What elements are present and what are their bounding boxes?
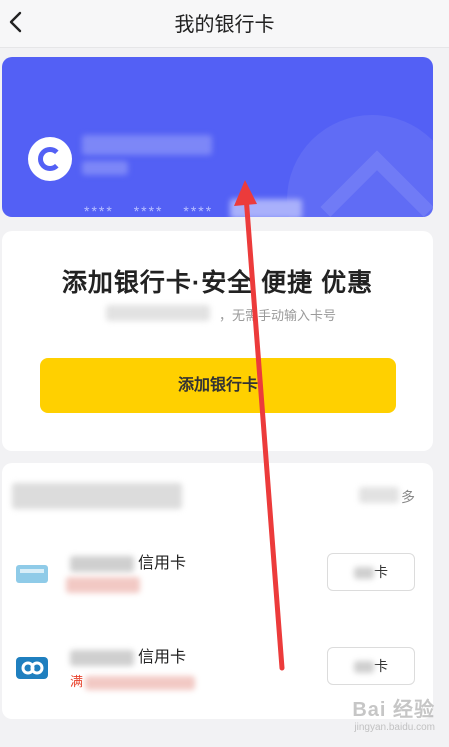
view-more-link[interactable]: 多	[401, 487, 415, 507]
apply-card-button-redacted	[354, 661, 374, 674]
card-name-suffix: 信用卡	[138, 649, 187, 666]
add-card-panel: 添加银行卡·安全 便捷 优惠 ，无需手动输入卡号 添加银行卡	[2, 231, 433, 451]
watermark-url: jingyan.baidu.com	[354, 722, 435, 733]
nav-bar: 我的银行卡	[0, 0, 449, 48]
list-header: 多	[2, 463, 433, 529]
list-more-redacted	[359, 487, 399, 503]
card-number-group: ****	[133, 203, 164, 217]
apply-card-button-label: 卡	[374, 564, 388, 580]
add-bank-card-button[interactable]: 添加银行卡	[40, 358, 396, 413]
list-title-redacted	[12, 483, 182, 509]
card-number-group: ****	[84, 203, 114, 217]
apply-card-button-label: 卡	[374, 658, 388, 674]
card-subtitle-redacted	[66, 577, 140, 593]
card-promo-prefix: 满	[70, 674, 84, 689]
card-name-redacted	[70, 649, 134, 666]
card-name: 信用卡	[70, 643, 186, 667]
card-name-redacted	[70, 555, 134, 572]
bank-card[interactable]: **** **** ****	[2, 57, 433, 217]
card-name: 信用卡	[70, 549, 186, 573]
apply-card-button-redacted	[354, 567, 374, 580]
apply-card-button[interactable]: 卡	[327, 553, 415, 591]
card-promo-redacted	[85, 675, 196, 690]
bank-logo-icon	[28, 137, 72, 181]
page-title: 我的银行卡	[174, 14, 275, 36]
card-name-suffix: 信用卡	[138, 555, 187, 572]
list-item[interactable]: 信用卡 卡	[2, 535, 433, 625]
add-card-subtitle-text: ，无需手动输入卡号	[218, 308, 336, 323]
card-number-group: ****	[183, 203, 214, 217]
add-card-title: 添加银行卡·安全 便捷 优惠	[61, 269, 374, 297]
apply-card-button[interactable]: 卡	[327, 647, 415, 685]
add-card-subtitle: ，无需手动输入卡号	[2, 305, 433, 324]
credit-card-list: 多 信用卡 卡 信用卡 满 卡	[2, 463, 433, 719]
bank-name-redacted	[82, 135, 212, 155]
watermark-logo: Bai 经验 jingyan.baidu.com	[352, 693, 435, 733]
bank-logo-icon	[16, 565, 48, 583]
watermark-brand: Bai 经验	[352, 699, 435, 721]
card-number: **** **** ****	[84, 203, 227, 217]
card-promo: 满	[70, 671, 196, 690]
bank-logo-icon	[16, 657, 48, 679]
card-type-redacted	[82, 161, 128, 175]
card-number-last-digits-redacted	[230, 199, 302, 217]
